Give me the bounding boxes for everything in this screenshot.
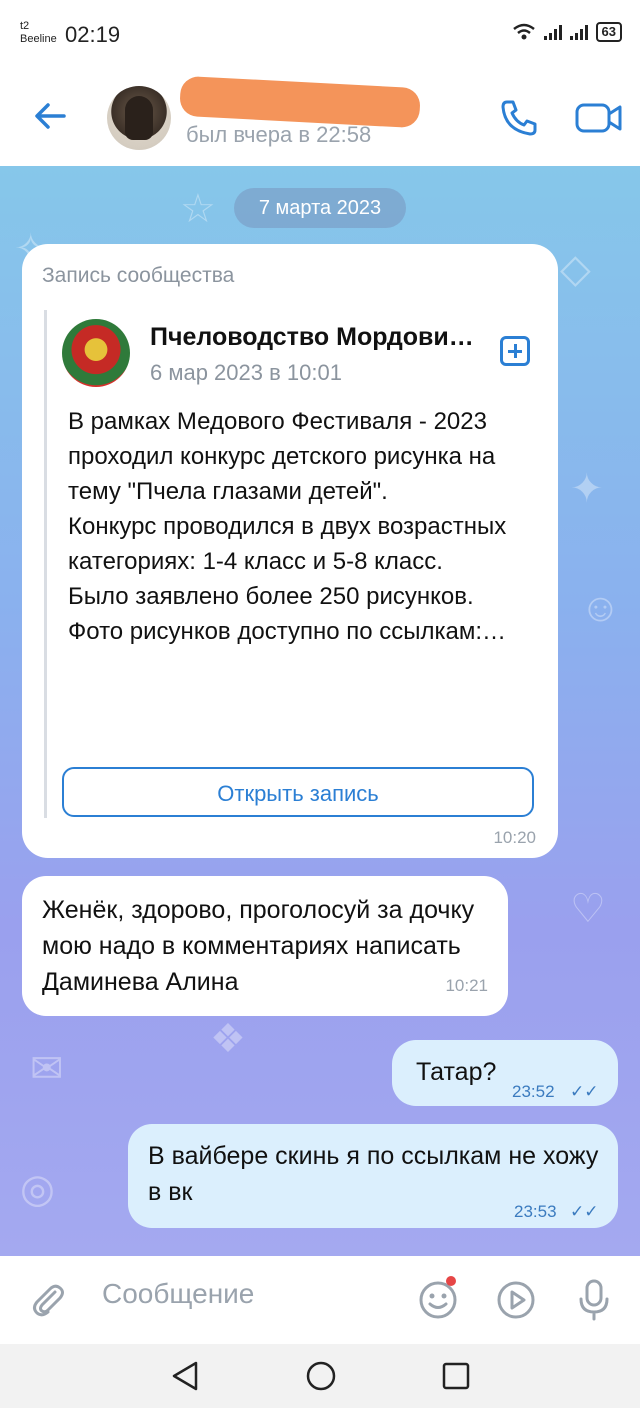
carrier-line-1: t2 [20,20,30,32]
status-clock: 02:19 [65,22,121,47]
message-time: 23:52 [512,1082,555,1101]
background-doodle: ☆ [180,187,216,231]
signal-icon [569,24,588,40]
nav-recent-icon[interactable] [442,1362,470,1390]
message-input[interactable]: Сообщение [102,1278,254,1310]
microphone-icon[interactable] [576,1278,612,1322]
notification-dot [446,1276,456,1286]
community-name[interactable]: Пчеловодство Мордови… [150,323,474,352]
plus-square-icon[interactable] [500,336,530,366]
video-camera-icon[interactable] [574,98,624,138]
arrow-left-icon[interactable] [30,96,70,136]
status-bar: t2 Beeline 02:19 63 [0,0,640,70]
background-doodle: ◎ [20,1167,55,1211]
post-text: В рамках Медового Фестиваля - 2023 прохо… [68,408,507,645]
signal-icon [543,24,562,40]
nav-back-icon[interactable] [170,1360,200,1392]
outgoing-message[interactable]: Татар? 23:52 ✓✓ [392,1040,618,1106]
background-doodle: ✉ [30,1047,64,1091]
system-navigation-bar [0,1344,640,1408]
emoji-icon[interactable] [418,1280,458,1320]
background-doodle: ☺ [580,586,621,630]
background-doodle: ♡ [570,887,606,931]
paperclip-icon[interactable] [28,1280,68,1320]
message-text: Татар? [416,1058,497,1086]
community-avatar[interactable] [62,319,130,387]
outgoing-message[interactable]: В вайбере скинь я по ссылкам не хожу в в… [128,1124,618,1228]
message-composer: Сообщение [0,1256,640,1344]
message-time: 10:21 [445,976,488,995]
carrier-line-2: Beeline [20,33,57,45]
background-doodle: ❖ [210,1017,246,1061]
battery-icon: 63 [595,22,622,42]
play-circle-icon[interactable] [496,1280,536,1320]
phone-icon[interactable] [497,96,541,140]
post-type-label: Запись сообщества [42,264,235,287]
redaction-mark [179,75,421,129]
shared-post-card[interactable]: Запись сообщества Пчеловодство Мордови… … [22,244,558,858]
message-time: 10:20 [493,828,536,847]
read-checkmarks-icon: ✓✓ [570,1202,599,1221]
nav-home-icon[interactable] [305,1360,337,1392]
carrier-label: t2 Beeline [20,20,57,46]
quote-bar [44,310,47,818]
open-post-button[interactable]: Открыть запись [62,767,534,817]
message-text: Женёк, здорово, проголосуй за дочку мою … [42,896,475,996]
message-time: 23:53 [514,1202,557,1221]
date-separator: 7 марта 2023 [234,188,406,228]
avatar[interactable] [107,86,171,150]
wifi-icon [512,23,535,40]
system-icons: 63 [512,22,622,42]
post-date: 6 мар 2023 в 10:01 [150,360,342,385]
read-checkmarks-icon: ✓✓ [570,1082,599,1101]
chat-header: Аров был вчера в 22:58 [0,70,640,166]
background-doodle: ✦ [570,467,604,511]
incoming-message[interactable]: Женёк, здорово, проголосуй за дочку мою … [22,876,508,1016]
chat-area[interactable]: ✧ ☆ ◇ ✦ ☺ ♡ ✉ ❖ ◎ 7 марта 2023 Запись со… [0,166,640,1256]
avatar-figure [125,96,153,140]
background-doodle: ◇ [560,247,591,291]
last-seen-status: был вчера в 22:58 [186,122,372,147]
